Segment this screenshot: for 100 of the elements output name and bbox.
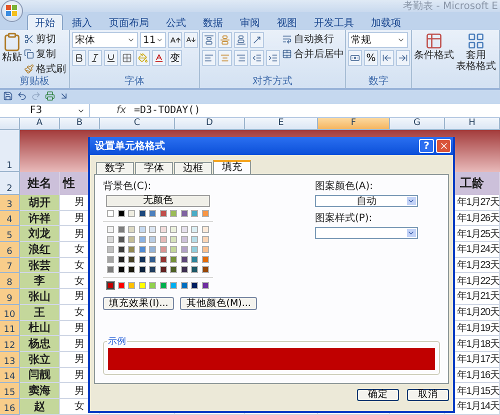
color-swatch[interactable]	[118, 256, 124, 263]
color-swatch[interactable]	[160, 236, 166, 243]
color-swatch[interactable]	[180, 282, 188, 289]
ribbon-tab[interactable]: 页面布局	[101, 14, 157, 30]
column-header[interactable]: H	[445, 118, 500, 130]
dialog-tab[interactable]: 边框	[174, 162, 212, 174]
dialog-tab[interactable]: 填充	[213, 160, 251, 174]
color-swatch[interactable]	[170, 282, 177, 289]
color-swatch[interactable]	[128, 282, 135, 289]
color-swatch[interactable]	[107, 236, 114, 243]
number-format-field[interactable]: 常规	[348, 32, 408, 48]
color-swatch[interactable]	[107, 256, 114, 263]
row-header[interactable]: 3	[0, 195, 20, 211]
color-swatch[interactable]	[138, 210, 146, 217]
column-header[interactable]: G	[390, 118, 445, 130]
color-swatch[interactable]	[202, 256, 208, 263]
color-swatch[interactable]	[138, 282, 146, 289]
more-colors-button[interactable]: 其他颜色(M)...	[180, 297, 257, 310]
color-swatch[interactable]	[138, 256, 146, 263]
dialog-tab[interactable]: 数字	[96, 162, 134, 174]
color-swatch[interactable]	[128, 256, 135, 263]
color-swatch[interactable]	[202, 266, 208, 273]
ribbon-tab[interactable]: 公式	[158, 14, 194, 30]
color-swatch[interactable]	[180, 246, 188, 253]
ribbon-tab[interactable]: 插入	[64, 14, 100, 30]
color-swatch[interactable]	[107, 246, 114, 253]
grow-font-button[interactable]	[168, 32, 182, 48]
color-swatch[interactable]	[138, 266, 146, 273]
align-right-button[interactable]	[234, 50, 248, 66]
paste-button[interactable]: 粘贴	[2, 32, 22, 76]
column-header[interactable]: D	[175, 118, 245, 130]
color-swatch[interactable]	[191, 282, 198, 289]
wrap-text-button[interactable]: 自动换行	[282, 32, 344, 45]
color-swatch[interactable]	[170, 210, 177, 217]
ribbon-tab[interactable]: 数据	[195, 14, 231, 30]
format-painter-button[interactable]: 格式刷	[24, 62, 66, 75]
color-swatch[interactable]	[149, 282, 156, 289]
pattern-color-select[interactable]: 自动	[314, 195, 418, 207]
align-center-button[interactable]	[218, 50, 232, 66]
merge-center-button[interactable]: 合并后居中	[282, 47, 344, 60]
fill-color-button[interactable]	[136, 50, 150, 66]
orientation-button[interactable]	[250, 32, 264, 48]
color-swatch[interactable]	[202, 210, 208, 217]
border-button[interactable]	[120, 50, 134, 66]
color-swatch[interactable]	[160, 246, 166, 253]
row-header[interactable]: 14	[0, 368, 20, 384]
dialog-tab[interactable]: 字体	[135, 162, 173, 174]
color-swatch[interactable]	[138, 236, 146, 243]
underline-button[interactable]	[104, 50, 118, 66]
italic-button[interactable]	[88, 50, 102, 66]
color-swatch[interactable]	[107, 210, 114, 217]
color-swatch[interactable]	[180, 266, 188, 273]
row-header[interactable]: 5	[0, 226, 20, 242]
color-swatch[interactable]	[202, 282, 208, 289]
color-swatch[interactable]	[149, 266, 156, 273]
bold-button[interactable]	[72, 50, 86, 66]
ribbon-tab[interactable]: 开始	[27, 14, 63, 30]
row-header[interactable]: 15	[0, 383, 20, 399]
column-header[interactable]: B	[60, 118, 100, 130]
color-swatch[interactable]	[170, 246, 177, 253]
color-swatch[interactable]	[149, 246, 156, 253]
formula-field[interactable]: =D3-TODAY()	[134, 105, 200, 116]
percent-button[interactable]: %	[364, 50, 378, 66]
color-swatch[interactable]	[128, 236, 135, 243]
row-header[interactable]: 12	[0, 336, 20, 352]
color-swatch[interactable]	[149, 256, 156, 263]
color-swatch[interactable]	[170, 256, 177, 263]
color-swatch[interactable]	[138, 246, 146, 253]
color-swatch[interactable]	[191, 210, 198, 217]
pattern-style-select[interactable]	[314, 227, 418, 239]
function-button[interactable]: fx	[90, 105, 134, 116]
bottom-align-button[interactable]	[234, 32, 248, 48]
row-header[interactable]: 4	[0, 210, 20, 226]
color-swatch[interactable]	[170, 266, 177, 273]
print-button[interactable]	[45, 90, 55, 104]
color-swatch[interactable]	[118, 246, 124, 253]
top-align-button[interactable]	[202, 32, 216, 48]
row-header[interactable]: 8	[0, 273, 20, 290]
column-header[interactable]: F	[318, 118, 390, 130]
increase-decimal-button[interactable]	[380, 50, 394, 66]
font-color-button[interactable]	[152, 50, 166, 66]
row-header[interactable]: 1	[0, 130, 20, 172]
color-swatch[interactable]	[149, 210, 156, 217]
close-button[interactable]	[436, 139, 451, 153]
ribbon-tab[interactable]: 加载项	[363, 14, 409, 30]
color-swatch[interactable]	[149, 236, 156, 243]
color-swatch[interactable]	[118, 266, 124, 273]
color-swatch[interactable]	[180, 210, 188, 217]
cancel-button[interactable]: 取消	[407, 389, 449, 401]
color-swatch[interactable]	[202, 246, 208, 253]
name-box[interactable]: F3	[0, 104, 90, 117]
color-swatch[interactable]	[107, 266, 114, 273]
ribbon-tab[interactable]: 视图	[269, 14, 305, 30]
color-swatch[interactable]	[202, 226, 208, 233]
row-header[interactable]: 9	[0, 289, 20, 305]
align-left-button[interactable]	[202, 50, 216, 66]
color-swatch[interactable]	[160, 266, 166, 273]
decrease-decimal-button[interactable]	[396, 50, 410, 66]
color-swatch[interactable]	[160, 282, 166, 289]
color-swatch[interactable]	[191, 256, 198, 263]
